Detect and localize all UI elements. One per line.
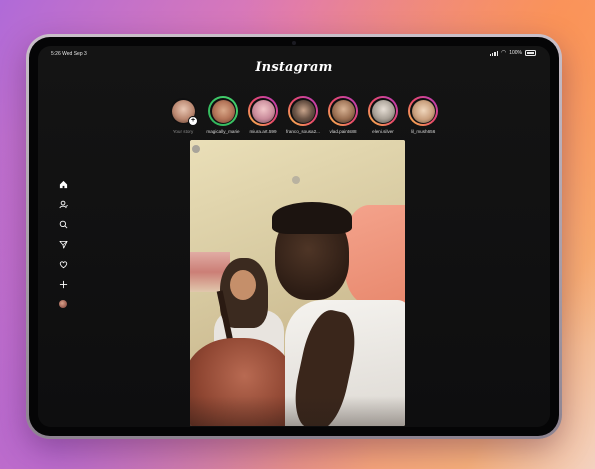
signal-icon bbox=[489, 50, 498, 56]
home-icon bbox=[59, 180, 67, 188]
direct-message-icon bbox=[58, 240, 68, 249]
video-person-face bbox=[230, 270, 256, 300]
story-avatar bbox=[331, 99, 355, 123]
search-icon bbox=[59, 220, 67, 228]
story-avatar bbox=[211, 99, 235, 123]
wifi-icon: ◠ bbox=[500, 49, 507, 56]
add-story-icon[interactable]: + bbox=[188, 116, 198, 126]
nav-search[interactable] bbox=[58, 219, 68, 229]
nav-profile[interactable] bbox=[58, 199, 68, 209]
status-time-date: 5:26 Wed Sep 3 bbox=[51, 51, 87, 57]
story-item[interactable]: magically_marie bbox=[206, 96, 240, 134]
video-ceiling-light bbox=[192, 145, 200, 153]
story-username: miura.art.599 bbox=[249, 129, 277, 134]
story-item[interactable]: vlad.paints88 bbox=[326, 96, 360, 134]
story-username: franco_sousa2... bbox=[286, 129, 320, 134]
story-avatar bbox=[411, 99, 435, 123]
tablet-frame: 5:26 Wed Sep 3 ◠ 100% Instagram + Your s… bbox=[26, 34, 562, 439]
story-item[interactable]: eleni.silver bbox=[366, 96, 400, 134]
story-avatar-frame bbox=[250, 98, 276, 124]
video-pillow bbox=[345, 205, 405, 305]
app-title: Instagram bbox=[255, 60, 333, 75]
stories-tray: + Your story magically_marie miura.art.5… bbox=[166, 96, 440, 134]
video-shadow bbox=[190, 396, 405, 426]
video-ceiling-light bbox=[292, 176, 300, 184]
story-username: vlad.paints88 bbox=[329, 129, 357, 134]
story-avatar bbox=[291, 99, 315, 123]
story-item[interactable]: miura.art.599 bbox=[246, 96, 280, 134]
story-avatar-frame bbox=[410, 98, 436, 124]
status-bar: 5:26 Wed Sep 3 ◠ 100% bbox=[38, 46, 550, 60]
story-ring bbox=[368, 96, 398, 126]
story-username: magically_marie bbox=[206, 129, 240, 134]
story-avatar-frame bbox=[290, 98, 316, 124]
story-username: eleni.silver bbox=[372, 129, 394, 134]
story-username: lil_mush656 bbox=[410, 129, 436, 134]
tablet-bezel: 5:26 Wed Sep 3 ◠ 100% Instagram + Your s… bbox=[29, 37, 559, 436]
story-ring: + bbox=[168, 96, 198, 126]
story-ring bbox=[288, 96, 318, 126]
story-ring bbox=[208, 96, 238, 126]
avatar bbox=[59, 300, 67, 308]
story-item[interactable]: franco_sousa2... bbox=[286, 96, 320, 134]
video-person-hair bbox=[272, 202, 352, 234]
nav-profile-avatar[interactable] bbox=[58, 299, 68, 309]
story-username: Your story bbox=[172, 129, 194, 134]
story-avatar-frame bbox=[330, 98, 356, 124]
front-camera bbox=[292, 41, 296, 45]
plus-icon bbox=[59, 280, 67, 288]
nav-messages[interactable] bbox=[58, 239, 68, 249]
nav-activity[interactable] bbox=[58, 259, 68, 269]
story-own[interactable]: + Your story bbox=[166, 96, 200, 134]
story-ring bbox=[408, 96, 438, 126]
profile-icon bbox=[58, 200, 68, 208]
battery-icon bbox=[525, 50, 536, 56]
battery-percent: 100% bbox=[509, 50, 522, 56]
story-avatar-frame bbox=[210, 98, 236, 124]
story-avatar bbox=[251, 99, 275, 123]
story-avatar bbox=[371, 99, 395, 123]
reel-video[interactable] bbox=[190, 140, 405, 426]
story-item[interactable]: lil_mush656 bbox=[406, 96, 440, 134]
sidebar-nav bbox=[58, 179, 68, 309]
story-ring bbox=[248, 96, 278, 126]
nav-home[interactable] bbox=[58, 179, 68, 189]
status-indicators: ◠ 100% bbox=[489, 49, 536, 56]
story-avatar-frame bbox=[370, 98, 396, 124]
app-screen: 5:26 Wed Sep 3 ◠ 100% Instagram + Your s… bbox=[38, 46, 550, 427]
nav-create[interactable] bbox=[58, 279, 68, 289]
story-ring bbox=[328, 96, 358, 126]
heart-icon bbox=[59, 260, 67, 268]
